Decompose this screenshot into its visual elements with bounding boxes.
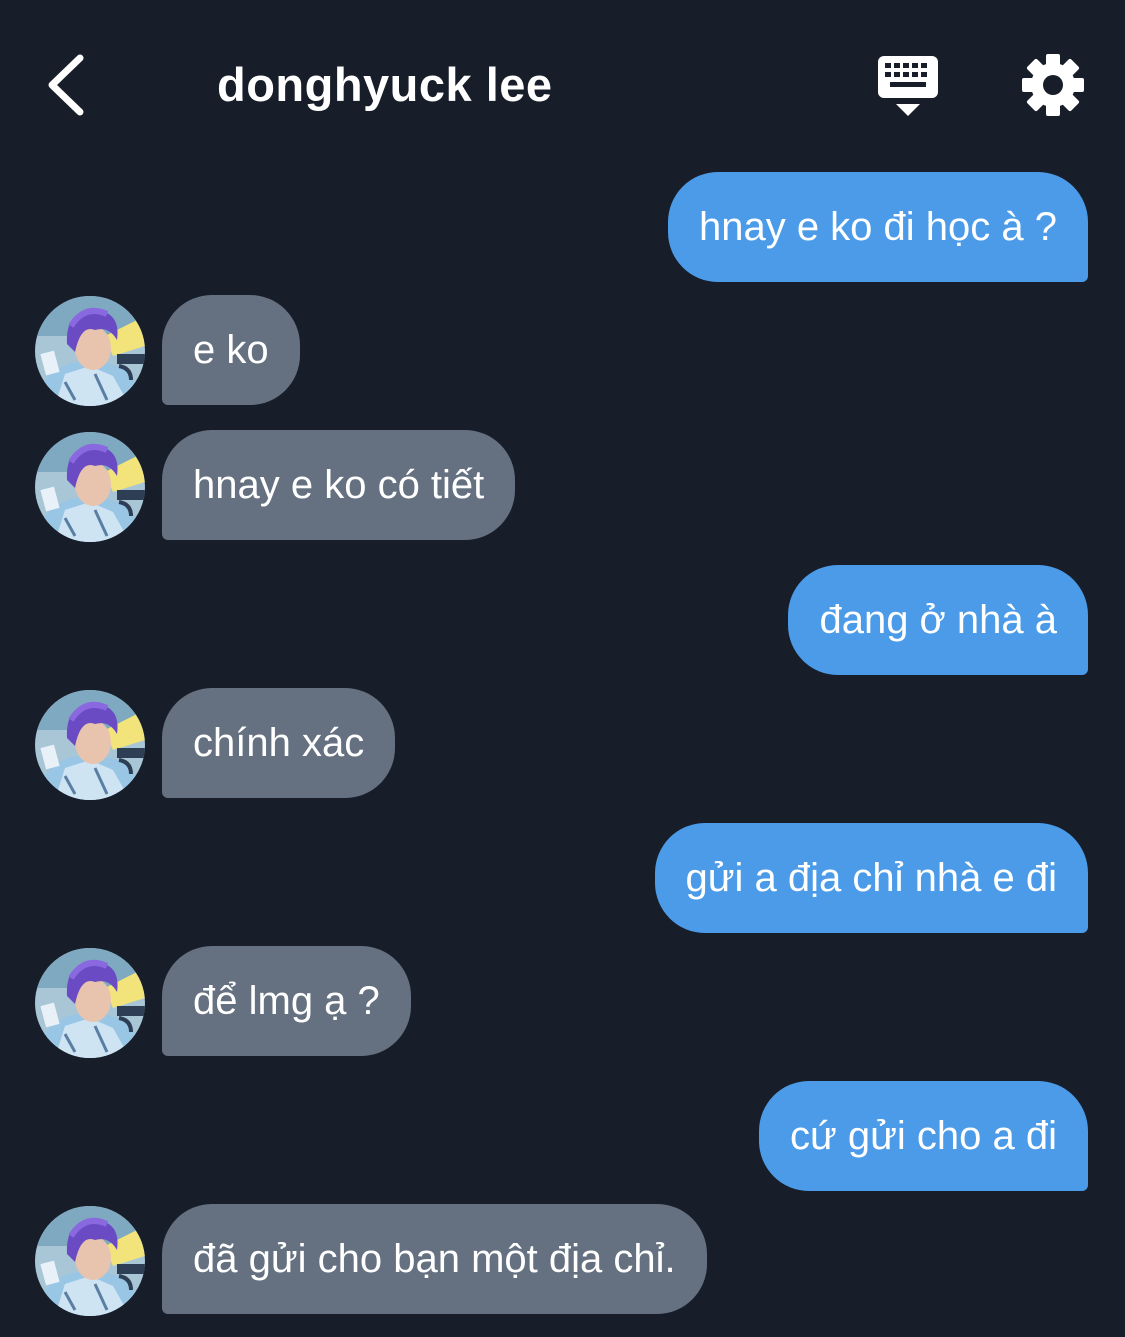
received-message-bubble[interactable]: để lmg ạ ? bbox=[162, 946, 411, 1056]
contact-avatar[interactable] bbox=[35, 690, 145, 800]
chevron-left-icon bbox=[48, 54, 84, 116]
contact-avatar[interactable] bbox=[35, 296, 145, 406]
keyboard-button[interactable] bbox=[872, 54, 944, 120]
settings-button[interactable] bbox=[1020, 52, 1086, 118]
gear-icon bbox=[1022, 54, 1084, 116]
sent-message-bubble[interactable]: gửi a địa chỉ nhà e đi bbox=[654, 823, 1088, 933]
received-message-bubble[interactable]: e ko bbox=[162, 295, 300, 405]
chat-title: donghyuck lee bbox=[217, 58, 553, 111]
back-button[interactable] bbox=[40, 50, 100, 120]
contact-avatar[interactable] bbox=[35, 948, 145, 1058]
received-message-bubble[interactable]: đã gửi cho bạn một địa chỉ. bbox=[162, 1204, 707, 1314]
sent-message-bubble[interactable]: đang ở nhà à bbox=[788, 565, 1088, 675]
sent-message-bubble[interactable]: cứ gửi cho a đi bbox=[758, 1081, 1088, 1191]
keyboard-icon bbox=[878, 56, 938, 116]
sent-message-bubble[interactable]: hnay e ko đi học à ? bbox=[667, 172, 1088, 282]
contact-avatar[interactable] bbox=[35, 432, 145, 542]
chat-header: donghyuck lee bbox=[0, 0, 1125, 160]
contact-avatar[interactable] bbox=[35, 1206, 145, 1316]
received-message-bubble[interactable]: chính xác bbox=[162, 688, 396, 798]
received-message-bubble[interactable]: hnay e ko có tiết bbox=[162, 430, 516, 540]
